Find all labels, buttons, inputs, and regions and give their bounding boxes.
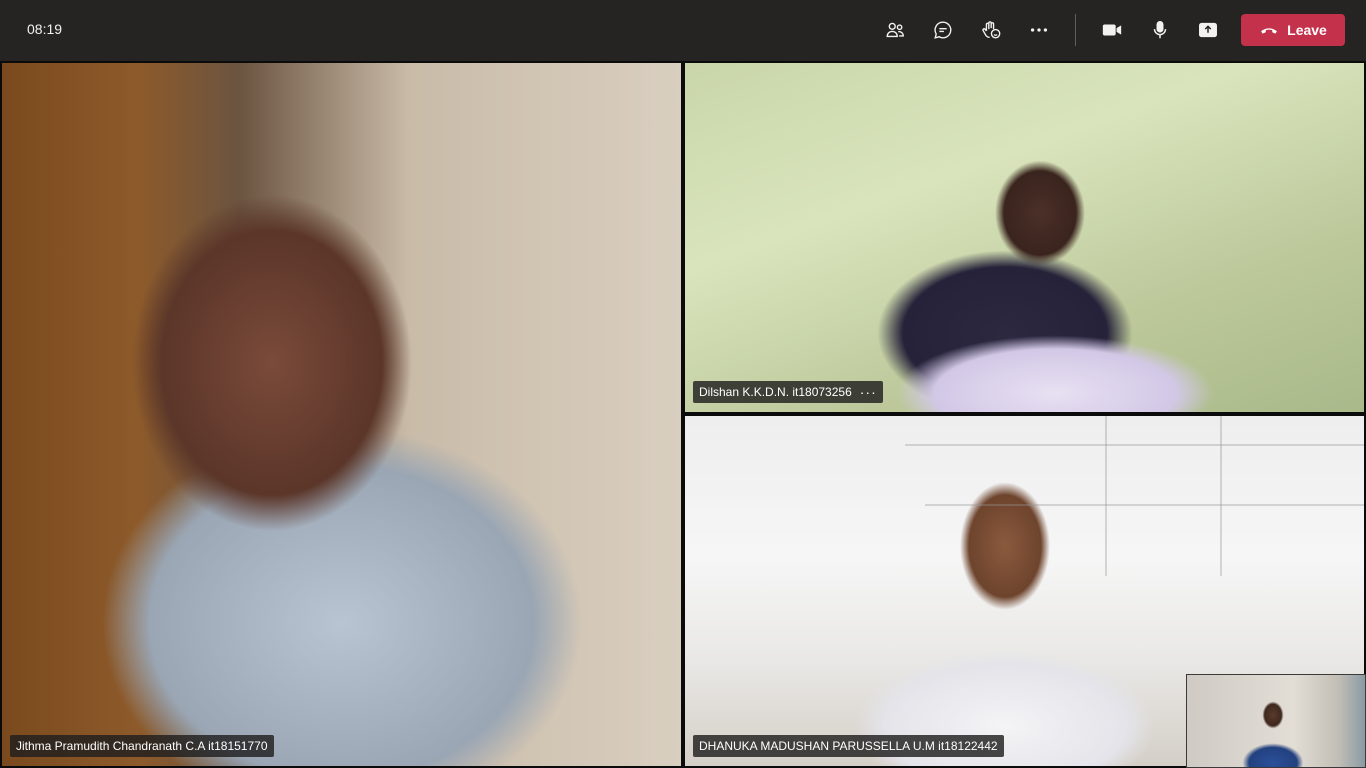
ceiling-grid — [1220, 416, 1222, 576]
more-actions-button[interactable] — [1023, 14, 1055, 46]
share-screen-button[interactable] — [1192, 14, 1224, 46]
video-tile-main[interactable]: Jithma Pramudith Chandranath C.A it18151… — [2, 63, 681, 766]
more-options-icon — [1030, 28, 1048, 32]
meeting-timer: 08:19 — [27, 21, 63, 37]
meeting-toolbar: 08:19 Leave — [0, 0, 1366, 61]
people-icon — [886, 22, 904, 38]
video-camera-icon — [1102, 24, 1122, 36]
ceiling-grid — [905, 444, 1364, 446]
leave-label: Leave — [1287, 22, 1327, 38]
video-tile-top-right[interactable]: Dilshan K.K.D.N. it18073256 ··· — [685, 63, 1364, 412]
leave-button[interactable]: Leave — [1241, 14, 1345, 46]
share-screen-icon — [1199, 22, 1217, 38]
participant-name-tag: Dilshan K.K.D.N. it18073256 ··· — [693, 381, 883, 403]
ceiling-grid — [1105, 416, 1107, 576]
participants-button[interactable] — [879, 14, 911, 46]
microphone-button[interactable] — [1144, 14, 1176, 46]
participant-name: Dilshan K.K.D.N. it18073256 — [699, 385, 852, 399]
self-video-preview[interactable] — [1186, 674, 1366, 768]
camera-button[interactable] — [1096, 14, 1128, 46]
chat-icon — [934, 21, 952, 39]
participant-name-tag: Jithma Pramudith Chandranath C.A it18151… — [10, 735, 274, 757]
participant-name: DHANUKA MADUSHAN PARUSSELLA U.M it181224… — [699, 739, 998, 753]
toolbar-divider — [1075, 14, 1076, 46]
ceiling-grid — [925, 504, 1364, 506]
reactions-button[interactable] — [975, 14, 1007, 46]
participant-more-button[interactable]: ··· — [860, 381, 877, 403]
microphone-icon — [1153, 21, 1167, 39]
raise-hand-icon — [982, 21, 1001, 39]
participant-name-tag: DHANUKA MADUSHAN PARUSSELLA U.M it181224… — [693, 735, 1004, 757]
participant-name: Jithma Pramudith Chandranath C.A it18151… — [16, 739, 268, 753]
hang-up-icon — [1261, 28, 1278, 34]
chat-button[interactable] — [927, 14, 959, 46]
